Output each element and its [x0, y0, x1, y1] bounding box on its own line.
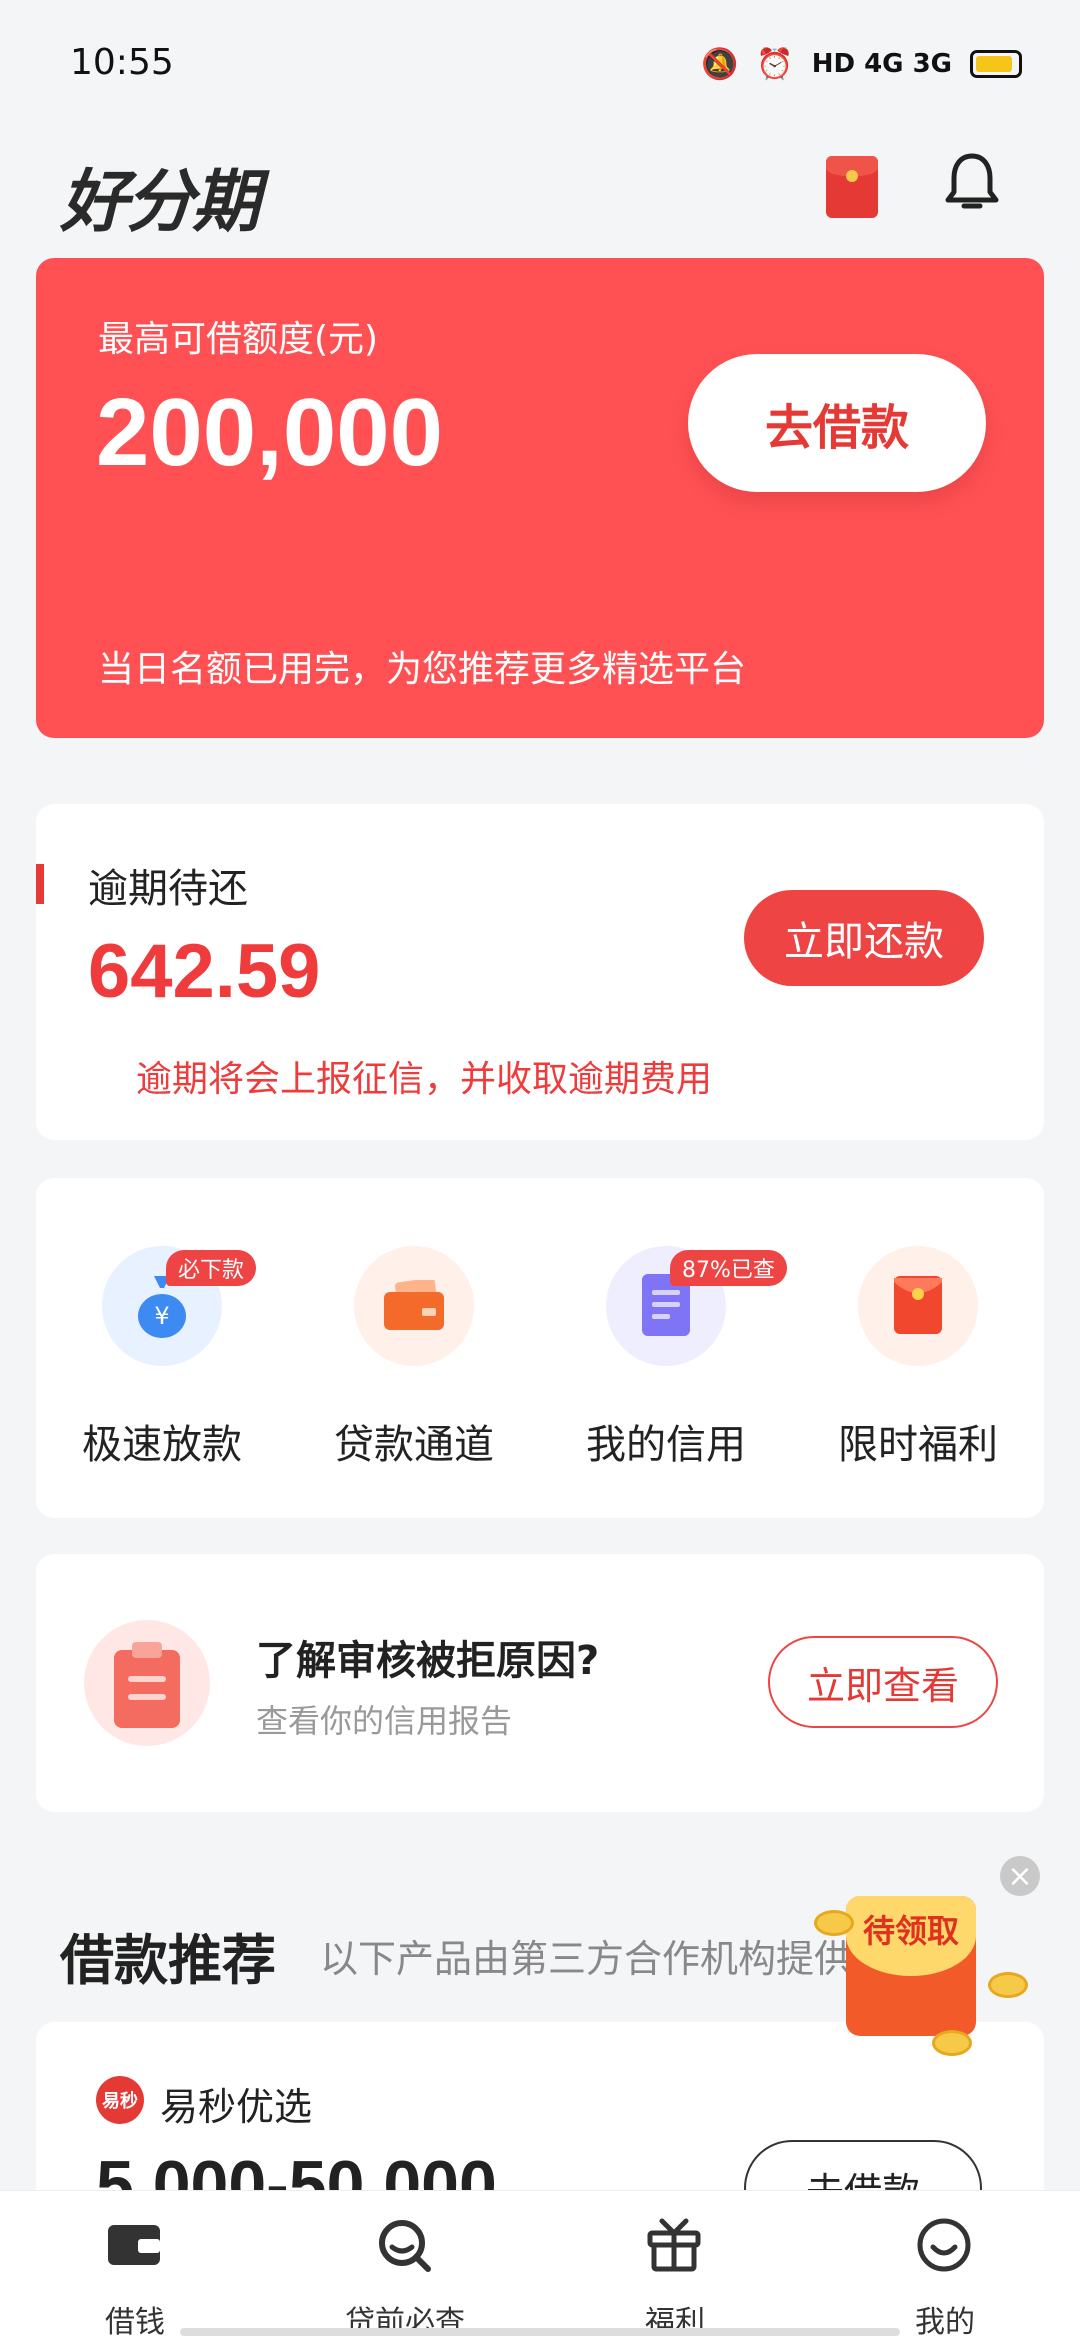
- wallet-icon: [108, 2225, 160, 2265]
- tab-benefits[interactable]: 福利: [540, 2201, 810, 2340]
- tab-borrow[interactable]: 借钱: [0, 2201, 270, 2340]
- quick-action-fast-loan[interactable]: ¥ 必下款 极速放款: [36, 1246, 288, 1486]
- overdue-card: 逾期待还 642.59 立即还款 逾期将会上报征信，并收取逾期费用: [36, 804, 1044, 1140]
- quick-action-badge: 必下款: [166, 1250, 257, 1286]
- quick-action-badge: 87%已查: [670, 1250, 787, 1286]
- quick-action-circle: [858, 1246, 978, 1366]
- credit-limit-amount: 200,000: [96, 379, 444, 486]
- recommend-title: 借款推荐: [60, 1929, 276, 1992]
- product-name: 易秒优选: [160, 2085, 313, 2129]
- recommend-subtitle: 以下产品由第三方合作机构提供: [320, 1937, 853, 1981]
- tab-precheck[interactable]: 贷前必查: [270, 2201, 540, 2340]
- battery-icon: [970, 50, 1022, 78]
- rejection-reason-card[interactable]: 了解审核被拒原因? 查看你的信用报告 立即查看: [36, 1554, 1044, 1812]
- overdue-amount: 642.59: [88, 929, 321, 1014]
- quick-action-label: 限时福利: [838, 1422, 998, 1468]
- smile-icon: [917, 2218, 971, 2272]
- borrow-button[interactable]: 去借款: [688, 354, 986, 492]
- bell-icon[interactable]: [944, 150, 1000, 214]
- clipboard-icon: [84, 1620, 210, 1746]
- floating-packet-label: 待领取: [862, 1912, 959, 1950]
- status-bar: 10:55 🔕 ⏰ HD 4G 3G: [0, 0, 1080, 130]
- floating-red-packet[interactable]: 待领取: [812, 1880, 1032, 2080]
- product-logo: 易秒: [96, 2076, 144, 2124]
- quick-action-loan-channel[interactable]: 贷款通道: [288, 1246, 540, 1486]
- credit-limit-card: 最高可借额度(元) 200,000 去借款 当日名额已用完，为您推荐更多精选平台: [36, 258, 1044, 738]
- quick-action-label: 贷款通道: [334, 1422, 494, 1468]
- status-icons: 🔕 ⏰ HD 4G 3G: [701, 44, 1022, 84]
- credit-limit-label: 最高可借额度(元): [98, 319, 379, 360]
- reason-subtitle: 查看你的信用报告: [256, 1702, 513, 1740]
- quick-action-circle: [354, 1246, 474, 1366]
- coin-icon: [932, 2030, 972, 2056]
- app-logo: 好分期: [60, 163, 260, 242]
- red-packet-icon[interactable]: [826, 156, 878, 218]
- accent-bar: [36, 864, 44, 904]
- wallet-card-icon: [384, 1280, 444, 1330]
- quick-actions-card: ¥ 必下款 极速放款 贷款通道 87%已查 我的信用 限时福利: [36, 1178, 1044, 1518]
- close-icon[interactable]: ×: [1000, 1856, 1040, 1896]
- gift-icon: [647, 2218, 701, 2272]
- overdue-warning: 逾期将会上报征信，并收取逾期费用: [136, 1059, 713, 1100]
- reason-title: 了解审核被拒原因?: [256, 1638, 600, 1684]
- search-icon: [379, 2220, 431, 2272]
- quick-action-label: 我的信用: [586, 1422, 746, 1468]
- quick-action-limited-benefit[interactable]: 限时福利: [792, 1246, 1044, 1486]
- mute-icon: 🔕: [700, 46, 739, 82]
- quota-notice: 当日名额已用完，为您推荐更多精选平台: [98, 649, 747, 690]
- view-now-button[interactable]: 立即查看: [768, 1636, 998, 1728]
- coin-icon: [814, 1910, 854, 1936]
- tab-mine[interactable]: 我的: [810, 2201, 1080, 2340]
- quick-action-label: 极速放款: [82, 1422, 242, 1468]
- app-header: 好分期: [0, 130, 1080, 250]
- status-time: 10:55: [70, 42, 174, 83]
- alarm-icon: ⏰: [756, 46, 794, 82]
- bottom-nav: 借钱 贷前必查 福利 我的: [0, 2190, 1080, 2340]
- coin-icon: [988, 1972, 1028, 1998]
- red-packet-icon: [894, 1276, 942, 1334]
- quick-action-my-credit[interactable]: 87%已查 我的信用: [540, 1246, 792, 1486]
- overdue-title: 逾期待还: [88, 866, 248, 912]
- repay-now-button[interactable]: 立即还款: [744, 890, 984, 986]
- network-indicator: HD 4G 3G: [811, 49, 952, 79]
- svg-text:¥: ¥: [154, 1302, 169, 1330]
- home-indicator[interactable]: [180, 2328, 900, 2336]
